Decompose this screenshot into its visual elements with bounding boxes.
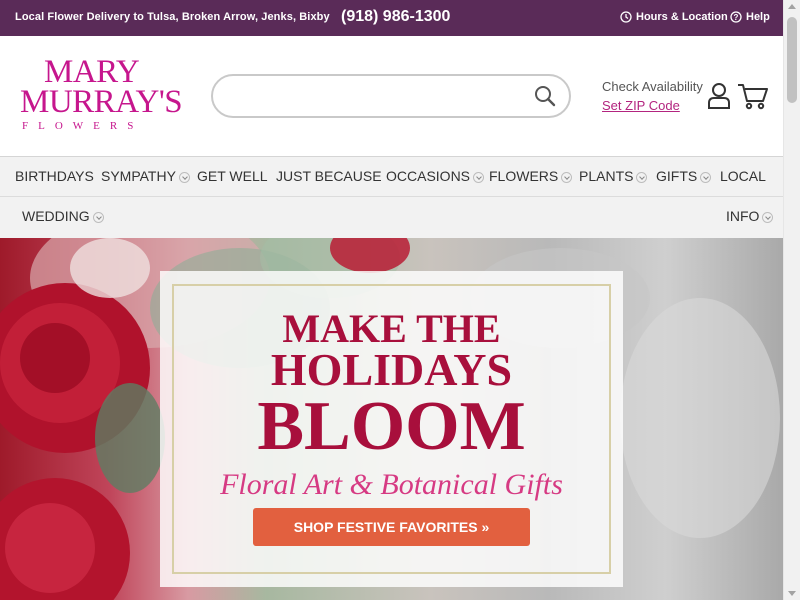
check-availability-label: Check Availability xyxy=(602,79,703,94)
user-icon xyxy=(708,83,730,109)
page-scrollbar[interactable] xyxy=(783,0,800,600)
zip-availability: Check Availability Set ZIP Code xyxy=(602,78,703,113)
nav-label: WEDDING xyxy=(22,208,90,224)
hero-headline-line-3: BLOOM xyxy=(257,388,526,465)
nav-label: OCCASIONS xyxy=(386,168,471,184)
scroll-down-arrow[interactable] xyxy=(788,591,796,596)
clock-icon xyxy=(620,11,632,23)
nav-label: SYMPATHY xyxy=(101,168,176,184)
chevron-down-icon xyxy=(762,211,774,223)
set-zip-link[interactable]: Set ZIP Code xyxy=(602,98,703,113)
help-link[interactable]: ? Help xyxy=(730,11,770,23)
search-button[interactable] xyxy=(533,84,557,108)
top-bar: Local Flower Delivery to Tulsa, Broken A… xyxy=(0,0,783,36)
nav-item-info[interactable]: INFO xyxy=(726,208,774,224)
nav-item-gifts[interactable]: GIFTS xyxy=(656,168,712,184)
nav-label: BIRTHDAYS xyxy=(15,168,94,184)
hours-location-label: Hours & Location xyxy=(636,11,728,23)
nav-label: JUST BECAUSE xyxy=(276,168,382,184)
nav-item-sympathy[interactable]: SYMPATHY xyxy=(101,168,190,184)
hours-location-link[interactable]: Hours & Location xyxy=(620,11,728,23)
hero-headline-line-2: HOLIDAYS xyxy=(270,344,513,395)
nav-label: INFO xyxy=(726,208,760,224)
hero-headline-line-1: MAKE THE xyxy=(282,306,501,351)
delivery-promo: Local Flower Delivery to Tulsa, Broken A… xyxy=(15,11,330,23)
cart-button[interactable] xyxy=(737,82,769,115)
chevron-down-icon xyxy=(700,171,712,183)
chevron-down-icon xyxy=(636,171,648,183)
main-nav: BIRTHDAYS SYMPATHY GET WELL JUST BECAUSE… xyxy=(0,157,783,238)
chevron-down-icon xyxy=(178,171,190,183)
nav-item-plants[interactable]: PLANTS xyxy=(579,168,648,184)
nav-label: GIFTS xyxy=(656,168,698,184)
nav-item-birthdays[interactable]: BIRTHDAYS xyxy=(15,168,94,184)
chevron-down-icon xyxy=(473,171,485,183)
nav-item-get-well[interactable]: GET WELL xyxy=(197,168,268,184)
account-button[interactable] xyxy=(707,82,731,115)
chevron-down-icon xyxy=(92,211,104,223)
nav-row-1: BIRTHDAYS SYMPATHY GET WELL JUST BECAUSE… xyxy=(0,157,783,197)
nav-item-wedding[interactable]: WEDDING xyxy=(22,208,104,224)
shop-festive-favorites-button[interactable]: SHOP FESTIVE FAVORITES » xyxy=(253,508,530,546)
help-label: Help xyxy=(746,11,770,23)
nav-label: GET WELL xyxy=(197,168,268,184)
hero-banner: MAKE THE HOLIDAYS BLOOM Floral Art & Bot… xyxy=(0,238,783,600)
cart-icon xyxy=(738,84,768,110)
search-icon xyxy=(535,86,556,107)
phone-number[interactable]: (918) 986-1300 xyxy=(341,8,450,26)
logo-line-2: MURRAY'S xyxy=(20,84,183,120)
svg-text:?: ? xyxy=(734,13,739,22)
scrollbar-thumb[interactable] xyxy=(787,17,797,103)
nav-item-local[interactable]: LOCAL xyxy=(720,168,766,184)
nav-label: FLOWERS xyxy=(489,168,559,184)
search-box xyxy=(211,74,571,118)
logo[interactable]: MARY MURRAY'S FLOWERS xyxy=(20,54,183,138)
hero-subtitle: Floral Art & Botanical Gifts xyxy=(220,468,563,501)
help-icon: ? xyxy=(730,11,742,23)
site-header: MARY MURRAY'S FLOWERS Check Availability… xyxy=(0,36,783,157)
logo-line-3: FLOWERS xyxy=(22,120,144,132)
nav-label: LOCAL xyxy=(720,168,766,184)
nav-row-2: WEDDING INFO xyxy=(0,197,783,238)
nav-label: PLANTS xyxy=(579,168,634,184)
promo-card: MAKE THE HOLIDAYS BLOOM Floral Art & Bot… xyxy=(160,271,623,587)
nav-item-occasions[interactable]: OCCASIONS xyxy=(386,168,485,184)
nav-item-just-because[interactable]: JUST BECAUSE xyxy=(276,168,382,184)
nav-item-flowers[interactable]: FLOWERS xyxy=(489,168,573,184)
scroll-up-arrow[interactable] xyxy=(788,4,796,9)
search-input[interactable] xyxy=(229,86,519,106)
chevron-down-icon xyxy=(561,171,573,183)
